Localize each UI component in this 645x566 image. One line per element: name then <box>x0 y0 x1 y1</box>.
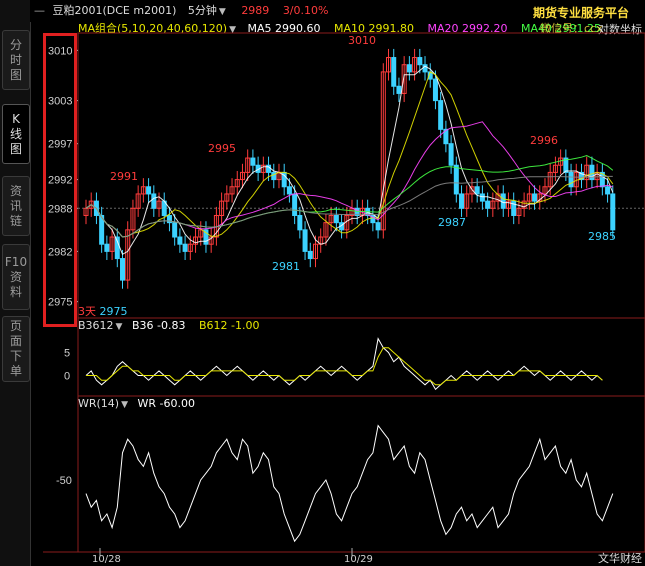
candle-body <box>120 258 126 281</box>
candle-body <box>250 157 256 166</box>
b36-tick-label: 0 <box>64 371 70 383</box>
low-label-2975: 3天 2975 <box>78 303 128 319</box>
candle-body <box>292 193 298 216</box>
candle-body <box>182 243 188 252</box>
y-axis-highlight-box <box>43 33 77 327</box>
candle-body <box>302 229 308 252</box>
candle-body <box>474 186 480 195</box>
high-label-2995: 2995 <box>208 142 236 155</box>
candle-body <box>438 100 444 130</box>
kline-chart-canvas[interactable]: 301030032997299229882982297550-50 <box>0 0 645 566</box>
candle-body <box>177 236 183 245</box>
footer-brand: 文华财经 <box>598 552 642 565</box>
candle-body <box>605 186 611 195</box>
low-value-2975: 2975 <box>99 305 128 318</box>
candle-body <box>568 171 574 188</box>
candle-body <box>500 193 506 209</box>
x-axis-date-2: 10/29 <box>344 554 373 565</box>
wr-line <box>85 424 614 543</box>
candle-body <box>146 186 152 195</box>
candle-body <box>297 214 303 231</box>
days-prefix: 3天 <box>78 305 96 318</box>
candle-body <box>485 200 491 209</box>
candle-body <box>453 164 459 195</box>
candle-body <box>459 193 465 209</box>
low-label-2987: 2987 <box>438 216 466 229</box>
candle-body <box>396 85 402 94</box>
b36-tick-label: 5 <box>64 347 70 359</box>
candle-body <box>104 243 110 252</box>
candle-body <box>479 193 485 202</box>
candle-body <box>532 193 538 202</box>
candle-body <box>307 250 313 260</box>
candle-body <box>286 186 292 195</box>
high-label-2991: 2991 <box>110 170 138 183</box>
candle-body <box>610 193 616 231</box>
b3612-panel-frame <box>77 317 645 397</box>
high-label-3010: 3010 <box>348 34 376 47</box>
b36-line <box>85 337 603 391</box>
candle-body <box>333 214 339 224</box>
low-label-2981: 2981 <box>272 260 300 273</box>
b612-line <box>86 347 603 386</box>
wr-panel-frame <box>77 395 645 553</box>
candle-body <box>375 222 381 231</box>
candle-body <box>432 78 438 102</box>
candle-body <box>448 143 454 166</box>
x-axis-date-1: 10/28 <box>92 554 121 565</box>
candle-body <box>406 64 412 73</box>
candle-body <box>151 193 157 209</box>
wr-tick-label: -50 <box>56 475 72 487</box>
ma5-line <box>85 65 614 256</box>
high-label-2996: 2996 <box>530 134 558 147</box>
candle-body <box>391 57 397 87</box>
low-label-2985: 2985 <box>588 230 616 243</box>
candle-body <box>417 57 423 66</box>
candle-body <box>172 222 178 238</box>
